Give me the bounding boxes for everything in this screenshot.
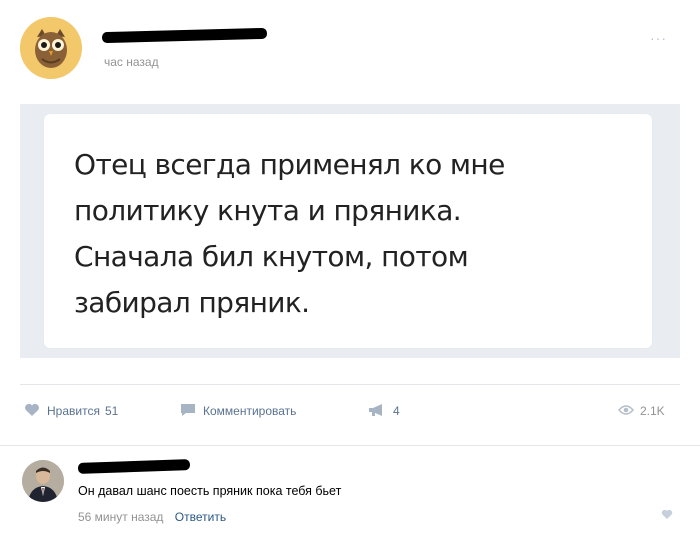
views-count: 2.1K <box>640 404 665 418</box>
quote-line: политику кнута и пряника. <box>74 194 462 227</box>
post-header: час назад ··· <box>0 0 700 100</box>
reply-button[interactable]: Ответить <box>175 510 226 524</box>
like-label: Нравится <box>47 404 100 418</box>
comment: Он давал шанс поесть пряник пока тебя бь… <box>0 450 700 537</box>
quote-line: Сначала бил кнутом, потом <box>74 240 469 273</box>
heart-icon <box>24 403 40 420</box>
like-button[interactable]: Нравится 51 <box>24 401 118 421</box>
divider <box>0 445 700 446</box>
comment-label: Комментировать <box>203 404 297 418</box>
avatar[interactable] <box>20 17 82 79</box>
eye-icon <box>618 404 634 419</box>
redaction-mark <box>77 459 191 474</box>
comment-text: Он давал шанс поесть пряник пока тебя бь… <box>78 484 342 498</box>
divider <box>20 384 680 385</box>
views-counter: 2.1K <box>618 401 665 421</box>
comment-icon <box>180 403 196 420</box>
quote-line: Отец всегда применял ко мне <box>74 148 505 181</box>
person-icon <box>22 460 64 502</box>
share-button[interactable]: 4 <box>368 401 400 421</box>
comment-button[interactable]: Комментировать <box>180 401 296 421</box>
share-count: 4 <box>393 404 400 418</box>
post-actions: Нравится 51 Комментировать 4 2.1K <box>0 395 700 425</box>
post-image[interactable]: Отец всегда применял ко мне политику кну… <box>20 104 680 358</box>
redaction-mark <box>101 27 268 44</box>
comment-time[interactable]: 56 минут назад <box>78 510 163 524</box>
heart-icon[interactable] <box>661 508 673 523</box>
quote-card: Отец всегда применял ко мне политику кну… <box>44 114 652 348</box>
like-count: 51 <box>104 404 119 418</box>
quote-line: забирал пряник. <box>74 286 310 319</box>
comment-avatar[interactable] <box>22 460 64 502</box>
more-dots-icon[interactable]: ··· <box>650 30 667 46</box>
megaphone-icon <box>368 403 386 420</box>
comment-meta: 56 минут назад Ответить <box>78 510 226 524</box>
owl-icon <box>20 17 82 79</box>
quote-text: Отец всегда применял ко мне политику кну… <box>74 142 634 326</box>
post-time[interactable]: час назад <box>104 55 159 69</box>
